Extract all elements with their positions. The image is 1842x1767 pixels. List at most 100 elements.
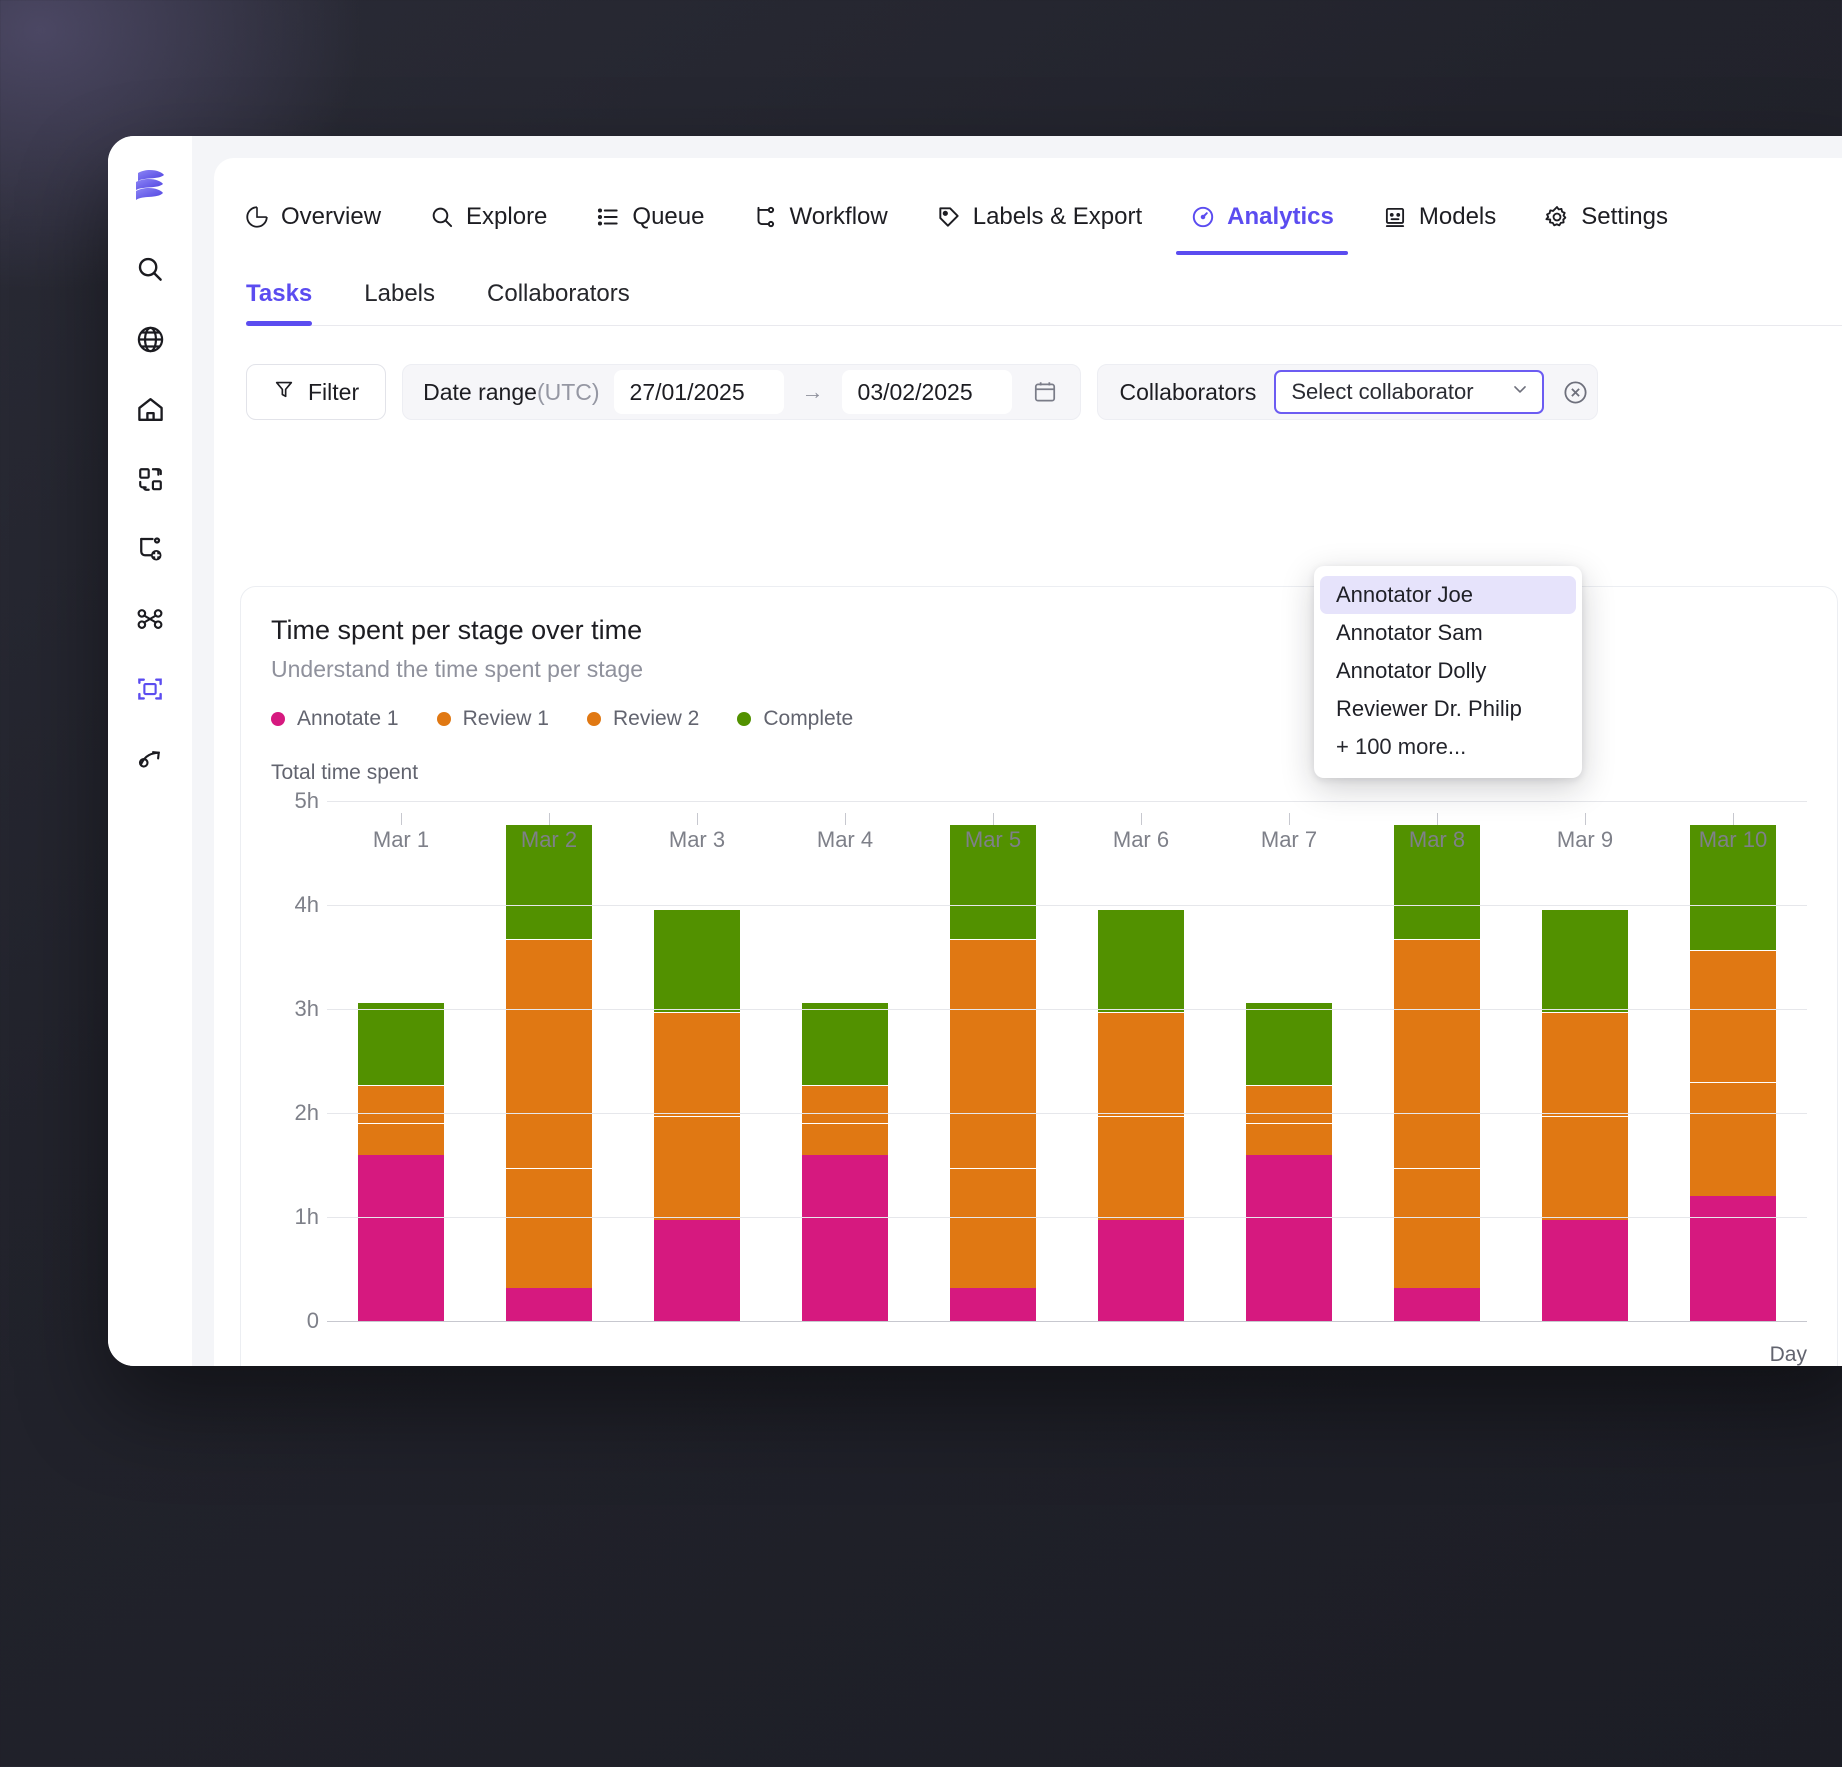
chart-bar-column[interactable]: [1067, 801, 1215, 1321]
chart-x-axis-title: Day: [1769, 1343, 1807, 1366]
chart-stacked-bar[interactable]: [950, 823, 1036, 1321]
dropdown-option-annotator-sam[interactable]: Annotator Sam: [1320, 614, 1576, 652]
chart-x-tick: [1289, 813, 1290, 825]
subtabs-divider: [246, 325, 1842, 326]
chart-x-tick: [697, 813, 698, 825]
encord-logo[interactable]: [128, 164, 172, 213]
tag-icon: [936, 204, 962, 230]
tab-explore[interactable]: Explore: [429, 188, 547, 246]
chart-bar-segment: [950, 939, 1036, 1169]
tab-analytics[interactable]: Analytics: [1176, 188, 1348, 255]
subtab-tasks[interactable]: Tasks: [246, 280, 313, 326]
chart-stacked-bar[interactable]: [1690, 823, 1776, 1321]
chart-bar-column[interactable]: [623, 801, 771, 1321]
chart-bar-segment: [802, 1154, 888, 1321]
tab-labels-export[interactable]: Labels & Export: [936, 188, 1142, 246]
tab-models-label: Models: [1418, 203, 1497, 230]
legend-item-annotate-1[interactable]: Annotate 1: [271, 707, 399, 731]
legend-label: Annotate 1: [297, 707, 399, 730]
chart-stacked-bar[interactable]: [1394, 823, 1480, 1321]
chart-bar-column[interactable]: [919, 801, 1067, 1321]
date-range-utc: (UTC): [536, 378, 600, 405]
home-icon: [135, 394, 166, 425]
tab-workflow-label: Workflow: [789, 203, 888, 230]
tab-overview[interactable]: Overview: [244, 188, 381, 246]
chart-gridline: [327, 1113, 1807, 1114]
chart-bar-segment: [950, 1287, 1036, 1321]
chart-stacked-bar[interactable]: [802, 1001, 888, 1321]
chart-gridline: [327, 1009, 1807, 1010]
clear-collaborator-button[interactable]: [1562, 379, 1589, 406]
dropdown-option-more[interactable]: + 100 more...: [1320, 728, 1576, 766]
date-range-label: Date range(UTC): [423, 379, 599, 406]
subtab-labels[interactable]: Labels: [364, 280, 435, 326]
chart-stacked-bar[interactable]: [506, 823, 592, 1321]
chart-stacked-bar[interactable]: [1542, 909, 1628, 1321]
sidebar-item-automation[interactable]: [124, 593, 176, 645]
content-card: Overview Explore Queue Workflow Labels &…: [214, 158, 1842, 1366]
workflow-add-icon: [135, 534, 165, 564]
chart-bar-segment: [1542, 1116, 1628, 1221]
sidebar-item-annotate[interactable]: [124, 663, 176, 715]
calendar-icon[interactable]: [1026, 379, 1072, 405]
dropdown-option-annotator-joe[interactable]: Annotator Joe: [1320, 576, 1576, 614]
chevron-down-icon: [1510, 379, 1530, 405]
chart-bar-column[interactable]: [1363, 801, 1511, 1321]
dropdown-option-reviewer-dr-philip[interactable]: Reviewer Dr. Philip: [1320, 690, 1576, 728]
tab-settings[interactable]: Settings: [1544, 188, 1668, 246]
date-range-control[interactable]: Date range(UTC) 27/01/2025 → 03/02/2025: [402, 364, 1081, 420]
top-nav: Overview Explore Queue Workflow Labels &…: [214, 158, 1842, 255]
tab-workflow[interactable]: Workflow: [752, 188, 888, 246]
sidebar-item-new-workflow[interactable]: [124, 523, 176, 575]
sidebar-item-search[interactable]: [124, 243, 176, 295]
chart-bar-segment: [506, 1168, 592, 1288]
tab-queue[interactable]: Queue: [595, 188, 704, 246]
date-start-input[interactable]: 27/01/2025: [613, 370, 784, 414]
chart-bars: [327, 801, 1807, 1321]
chart-bar-column[interactable]: [1215, 801, 1363, 1321]
legend-label: Review 2: [612, 707, 700, 730]
filter-bar: Filter Date range(UTC) 27/01/2025 → 03/0…: [214, 364, 1842, 420]
chart-bar-column[interactable]: [771, 801, 919, 1321]
app-window: Overview Explore Queue Workflow Labels &…: [108, 136, 1842, 1366]
chart-bar-segment: [1098, 1116, 1184, 1221]
legend-item-review-2[interactable]: Review 2: [586, 707, 700, 731]
chart-bar-column[interactable]: [475, 801, 623, 1321]
legend-item-review-1[interactable]: Review 1: [436, 707, 549, 731]
collaborators-label: Collaborators: [1119, 378, 1257, 405]
chart-bar-segment: [802, 1084, 888, 1124]
chart-stacked-bar[interactable]: [1246, 1001, 1332, 1321]
chart-bar-column[interactable]: [327, 801, 475, 1321]
sidebar-item-datasets[interactable]: [124, 453, 176, 505]
chart-axis-line: [327, 1321, 1807, 1322]
chart-bar-segment: [654, 1012, 740, 1117]
sidebar-item-globe[interactable]: [124, 313, 176, 365]
chart-x-tick-label: Mar 5: [919, 813, 1067, 853]
sidebar-item-home[interactable]: [124, 383, 176, 435]
date-range-text: Date range: [423, 378, 537, 405]
subtab-collaborators[interactable]: Collaborators: [487, 280, 630, 326]
chart-stacked-bar[interactable]: [1098, 909, 1184, 1321]
sub-tabs: Tasks Labels Collaborators: [214, 280, 1842, 326]
chart-stacked-bar[interactable]: [654, 909, 740, 1321]
chart-stacked-bar[interactable]: [358, 1001, 444, 1321]
tab-models[interactable]: Models: [1382, 188, 1496, 246]
model-icon: [1382, 204, 1408, 230]
chart-bar-column[interactable]: [1659, 801, 1807, 1321]
chart-bar-column[interactable]: [1511, 801, 1659, 1321]
chart-bar-segment: [506, 1287, 592, 1321]
chart-x-tick-label: Mar 8: [1363, 813, 1511, 853]
filter-button[interactable]: Filter: [246, 364, 387, 420]
workflow-icon: [752, 204, 778, 230]
sidebar-item-models[interactable]: [124, 733, 176, 785]
chart-x-tick-label: Mar 9: [1511, 813, 1659, 853]
chart-bar-segment: [1246, 1084, 1332, 1124]
legend-dot: [737, 712, 752, 726]
chart-x-tick-label: Mar 1: [327, 813, 475, 853]
legend-item-complete[interactable]: Complete: [737, 707, 853, 731]
chart-bar-segment: [1690, 949, 1776, 1082]
dropdown-option-annotator-dolly[interactable]: Annotator Dolly: [1320, 652, 1576, 690]
date-end-input[interactable]: 03/02/2025: [841, 370, 1012, 414]
chart-bar-segment: [506, 939, 592, 1169]
collaborator-select[interactable]: Select collaborator: [1274, 370, 1545, 414]
